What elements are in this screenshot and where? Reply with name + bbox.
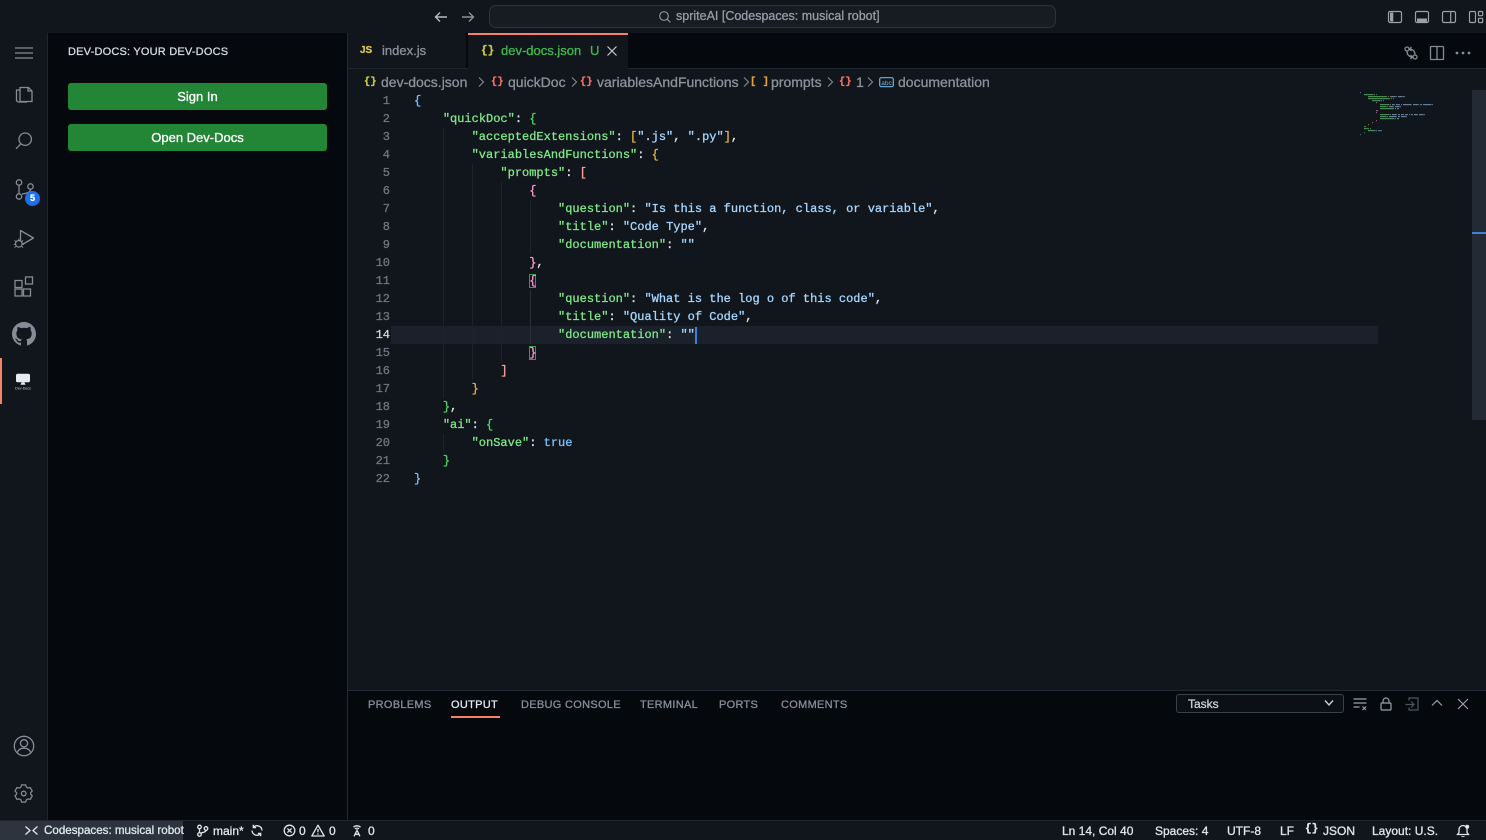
- svg-text:Dev-Docs: Dev-Docs: [15, 386, 31, 390]
- svg-text:abc: abc: [881, 80, 892, 87]
